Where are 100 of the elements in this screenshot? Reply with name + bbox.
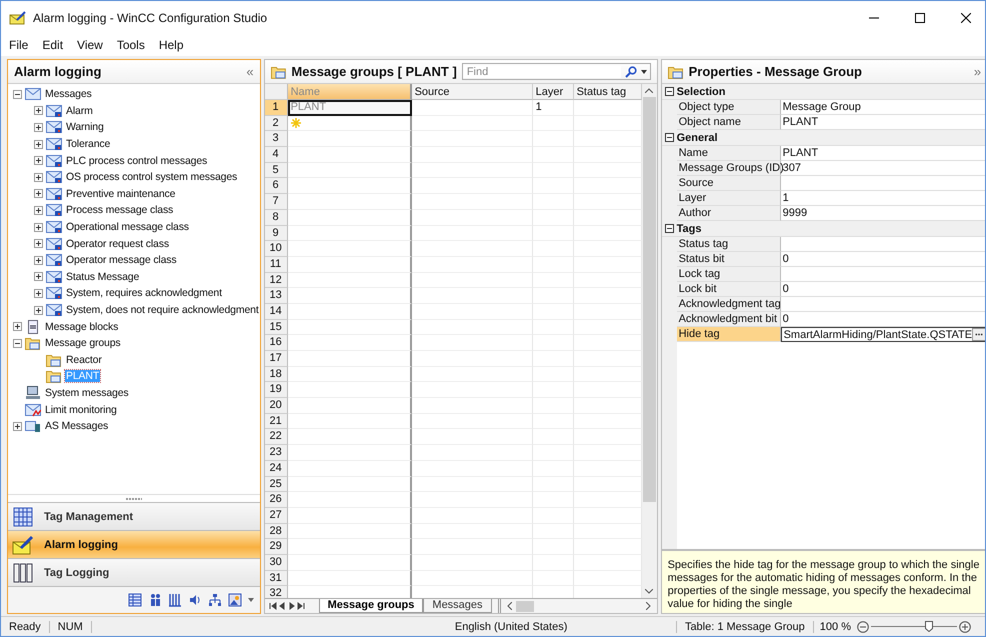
expand-icon[interactable] bbox=[34, 288, 43, 298]
expand-icon[interactable] bbox=[34, 106, 43, 116]
tree-item[interactable]: Operational message class bbox=[65, 221, 190, 234]
row-number[interactable]: 30 bbox=[264, 554, 288, 571]
dropdown-icon[interactable] bbox=[640, 70, 647, 74]
tree-item[interactable]: Warning bbox=[65, 121, 105, 134]
tree-item[interactable]: OS process control system messages bbox=[65, 171, 238, 184]
tree-item[interactable]: Reactor bbox=[65, 354, 103, 366]
row-number[interactable]: 25 bbox=[264, 476, 288, 492]
expand-icon[interactable] bbox=[34, 156, 43, 166]
property-label[interactable]: Hide tag bbox=[676, 327, 781, 342]
tree-item[interactable]: PLC process control messages bbox=[65, 154, 208, 167]
tree-item[interactable]: System messages bbox=[44, 386, 130, 399]
expand-icon[interactable] bbox=[34, 206, 43, 215]
row-number[interactable]: 7 bbox=[264, 194, 288, 210]
vertical-scrollbar[interactable] bbox=[642, 84, 657, 598]
row-number[interactable]: 22 bbox=[264, 429, 288, 446]
row-number[interactable]: 19 bbox=[264, 382, 288, 398]
tree-item[interactable]: Message blocks bbox=[44, 320, 120, 333]
tree-item[interactable]: Preventive maintenance bbox=[65, 188, 176, 200]
editor-button[interactable]: Tag Logging bbox=[8, 559, 260, 587]
menu-item[interactable]: Help bbox=[158, 38, 184, 52]
collapse-icon[interactable] bbox=[664, 224, 674, 233]
row-number[interactable]: 26 bbox=[264, 492, 288, 508]
maximize-icon[interactable] bbox=[915, 12, 925, 22]
collapse-button[interactable]: » bbox=[974, 64, 982, 79]
network-icon[interactable] bbox=[208, 593, 222, 607]
search-field[interactable]: Find bbox=[462, 63, 651, 80]
slider-thumb[interactable] bbox=[925, 621, 934, 632]
column-header[interactable]: Source bbox=[412, 84, 533, 100]
property-label[interactable]: Layer bbox=[676, 191, 781, 206]
row-number[interactable]: 20 bbox=[264, 398, 288, 414]
tree-item[interactable]: Process message class bbox=[65, 204, 174, 216]
row-number[interactable]: 8 bbox=[264, 210, 288, 226]
property-label[interactable]: Name bbox=[676, 146, 781, 161]
row-number[interactable]: 21 bbox=[264, 414, 288, 430]
row-number[interactable]: 9 bbox=[264, 226, 288, 242]
row-number[interactable]: 1 bbox=[264, 100, 288, 116]
collapse-icon[interactable] bbox=[664, 87, 674, 96]
table-icon[interactable] bbox=[128, 593, 142, 607]
expand-icon[interactable] bbox=[34, 306, 43, 315]
expand-icon[interactable] bbox=[34, 239, 43, 248]
close-icon[interactable] bbox=[961, 12, 971, 22]
tree-item[interactable]: System, requires acknowledgment bbox=[65, 287, 223, 300]
row-number[interactable]: 24 bbox=[264, 460, 288, 476]
expand-icon[interactable] bbox=[34, 189, 43, 198]
value-field[interactable]: SmartAlarmHiding/PlantState.QSTATE bbox=[780, 327, 985, 342]
expand-icon[interactable] bbox=[13, 422, 22, 431]
tree-item[interactable]: Operator message class bbox=[65, 254, 178, 266]
scroll-thumb[interactable] bbox=[516, 600, 534, 612]
row-number[interactable]: 32 bbox=[264, 586, 288, 598]
tree-item[interactable]: Message groups bbox=[44, 337, 122, 350]
editor-button[interactable]: Alarm logging bbox=[8, 531, 260, 559]
property-label[interactable]: Acknowledgment tag bbox=[676, 297, 781, 312]
expand-icon[interactable] bbox=[34, 172, 43, 182]
tree-item[interactable]: Alarm bbox=[65, 104, 94, 117]
row-number[interactable]: 6 bbox=[264, 178, 288, 194]
column-header[interactable]: Status tag bbox=[574, 84, 642, 100]
scroll-up-icon[interactable] bbox=[645, 88, 654, 93]
binders-icon[interactable] bbox=[168, 593, 182, 607]
row-number[interactable]: 10 bbox=[264, 241, 288, 257]
scroll-right-icon[interactable] bbox=[646, 602, 651, 610]
speaker-icon[interactable] bbox=[188, 593, 202, 607]
tree-item[interactable]: AS Messages bbox=[44, 420, 110, 432]
row-number[interactable]: 14 bbox=[264, 304, 288, 320]
property-label[interactable]: Author bbox=[676, 206, 781, 221]
collapse-icon[interactable] bbox=[13, 90, 22, 99]
tree-item[interactable]: Status Message bbox=[65, 270, 140, 283]
row-number[interactable]: 16 bbox=[264, 335, 288, 351]
expand-icon[interactable] bbox=[34, 256, 43, 265]
row-number[interactable]: 28 bbox=[264, 524, 288, 540]
collapse-button[interactable]: « bbox=[246, 64, 254, 79]
expand-icon[interactable] bbox=[34, 140, 43, 149]
row-number[interactable]: 5 bbox=[264, 162, 288, 178]
row-number[interactable]: 15 bbox=[264, 320, 288, 336]
row-number[interactable]: 18 bbox=[264, 366, 288, 382]
zoom-in-icon[interactable] bbox=[959, 620, 971, 632]
scroll-down-icon[interactable] bbox=[645, 589, 654, 594]
tree-item[interactable]: Limit monitoring bbox=[44, 404, 118, 416]
tree-item[interactable]: Tolerance bbox=[65, 138, 112, 150]
collapse-icon[interactable] bbox=[664, 133, 674, 142]
column-header[interactable]: Layer bbox=[532, 84, 574, 100]
tree-item[interactable]: Messages bbox=[44, 88, 93, 100]
dropdown-icon[interactable] bbox=[248, 598, 254, 602]
editor-button[interactable]: Tag Management bbox=[8, 503, 260, 531]
row-number[interactable]: 29 bbox=[264, 539, 288, 555]
row-number[interactable]: 23 bbox=[264, 445, 288, 461]
property-label[interactable]: Message Groups (ID) bbox=[676, 161, 781, 176]
menu-item[interactable]: Tools bbox=[116, 38, 145, 52]
expand-icon[interactable] bbox=[34, 272, 43, 282]
row-number[interactable]: 2 bbox=[264, 116, 288, 132]
menu-item[interactable]: Edit bbox=[42, 38, 64, 52]
property-label[interactable]: Source bbox=[676, 176, 781, 191]
zoom-out-icon[interactable] bbox=[857, 620, 869, 632]
property-label[interactable]: Acknowledgment bit bbox=[676, 312, 781, 327]
property-label[interactable]: Status tag bbox=[676, 237, 781, 252]
property-label[interactable]: Object name bbox=[676, 115, 781, 130]
property-label[interactable]: Object type bbox=[676, 100, 781, 115]
property-label[interactable]: Lock bit bbox=[676, 282, 781, 297]
expand-icon[interactable] bbox=[34, 222, 43, 232]
